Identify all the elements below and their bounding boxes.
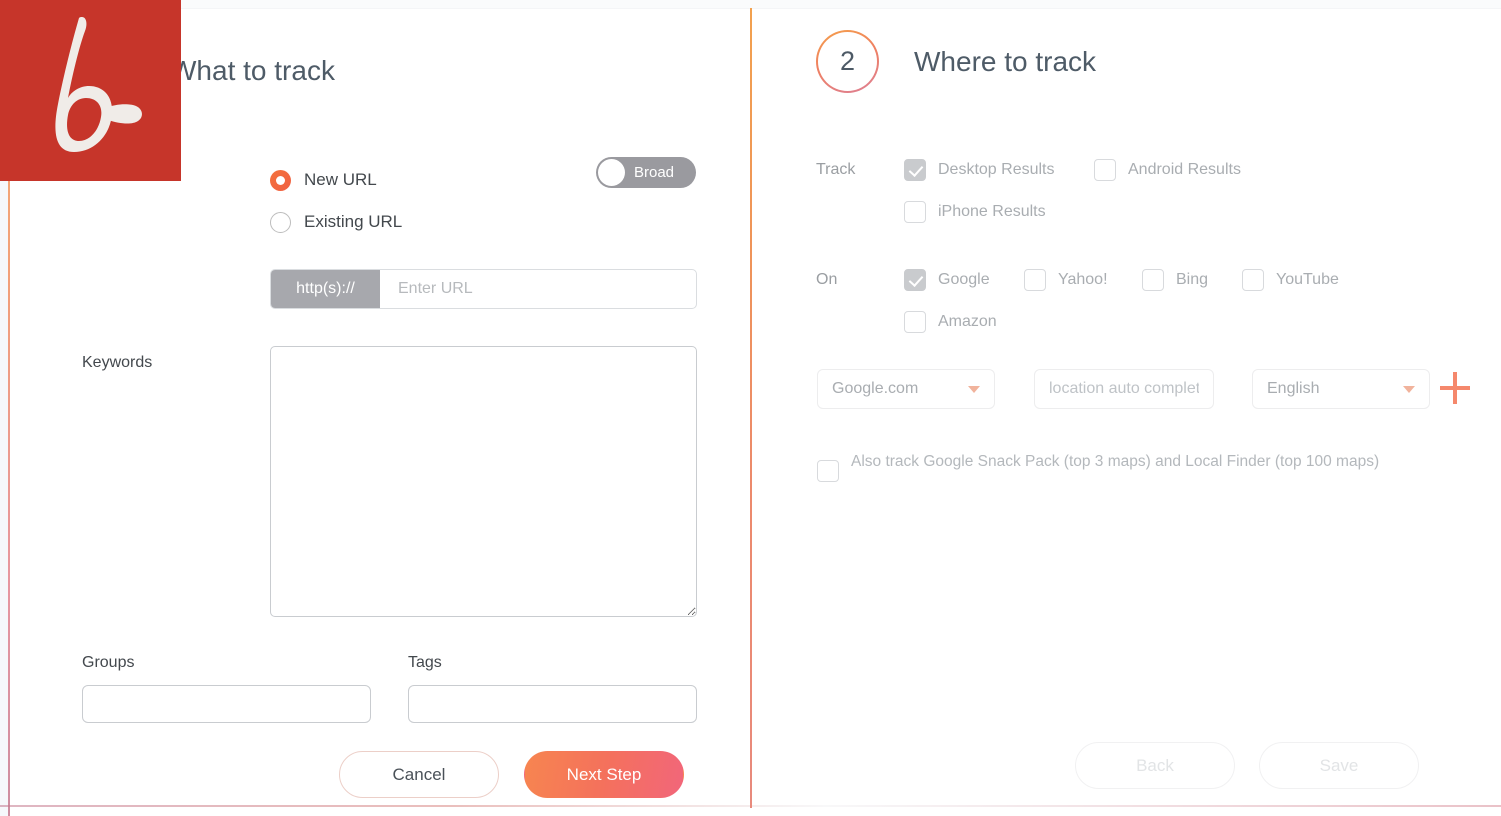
brand-logo xyxy=(0,0,181,181)
checkbox-snack-pack[interactable]: Also track Google Snack Pack (top 3 maps… xyxy=(817,452,1417,482)
radio-new-url[interactable]: New URL xyxy=(270,166,402,194)
search-engine-select[interactable]: Google.com xyxy=(817,369,995,409)
checkbox-bing[interactable]: Bing xyxy=(1142,269,1208,291)
checkbox-youtube[interactable]: YouTube xyxy=(1242,269,1339,291)
url-mode-radio-group: New URL Existing URL xyxy=(270,166,402,250)
letter-b-script-logo-icon xyxy=(55,17,142,152)
toggle-label: Broad xyxy=(634,164,675,181)
plus-icon[interactable] xyxy=(1440,372,1470,404)
checkbox-amazon[interactable]: Amazon xyxy=(904,311,997,333)
cancel-button[interactable]: Cancel xyxy=(339,751,499,798)
checkbox-desktop-results-label: Desktop Results xyxy=(938,161,1055,178)
checkbox-checked-icon[interactable] xyxy=(904,269,926,291)
checkbox-unchecked-icon[interactable] xyxy=(904,201,926,223)
checkbox-iphone-results[interactable]: iPhone Results xyxy=(904,201,1046,223)
checkbox-yahoo[interactable]: Yahoo! xyxy=(1024,269,1108,291)
language-value: English xyxy=(1267,380,1320,397)
checkbox-iphone-results-label: iPhone Results xyxy=(938,203,1046,220)
radio-unselected-icon[interactable] xyxy=(270,211,291,233)
groups-input[interactable] xyxy=(82,685,371,723)
checkbox-google-label: Google xyxy=(938,271,990,288)
track-row-label: Track xyxy=(816,161,856,178)
checkbox-amazon-label: Amazon xyxy=(938,313,997,330)
language-select[interactable]: English xyxy=(1252,369,1430,409)
checkbox-desktop-results[interactable]: Desktop Results xyxy=(904,159,1055,181)
radio-selected-icon[interactable] xyxy=(270,169,291,191)
next-step-button[interactable]: Next Step xyxy=(524,751,684,798)
url-input[interactable] xyxy=(380,270,696,308)
checkbox-unchecked-icon[interactable] xyxy=(904,311,926,333)
checkbox-yahoo-label: Yahoo! xyxy=(1058,271,1108,288)
tracking-setup-dialog: 1 What to track New URL Existing URL Bro… xyxy=(0,0,1501,816)
back-button[interactable]: Back xyxy=(1075,742,1235,789)
checkbox-bing-label: Bing xyxy=(1176,271,1209,288)
radio-existing-url[interactable]: Existing URL xyxy=(270,208,402,236)
chevron-down-icon[interactable] xyxy=(968,385,980,393)
radio-existing-url-label: Existing URL xyxy=(304,212,403,231)
groups-label: Groups xyxy=(82,654,135,671)
toggle-knob[interactable] xyxy=(598,159,625,186)
checkbox-android-results[interactable]: Android Results xyxy=(1094,159,1241,181)
checkbox-android-results-label: Android Results xyxy=(1128,161,1241,178)
checkbox-unchecked-icon[interactable] xyxy=(1242,269,1264,291)
chevron-down-icon[interactable] xyxy=(1403,385,1415,393)
on-row-label: On xyxy=(816,271,838,288)
save-button[interactable]: Save xyxy=(1259,742,1419,789)
checkbox-unchecked-icon[interactable] xyxy=(1142,269,1164,291)
checkbox-checked-icon[interactable] xyxy=(904,159,926,181)
panel-divider xyxy=(750,8,752,808)
checkbox-youtube-label: YouTube xyxy=(1276,271,1339,288)
tags-label: Tags xyxy=(408,654,442,671)
checkbox-unchecked-icon[interactable] xyxy=(1094,159,1116,181)
step-1-title: What to track xyxy=(170,54,335,86)
location-input[interactable] xyxy=(1034,369,1214,409)
step-2-title: Where to track xyxy=(914,45,1097,77)
keywords-label: Keywords xyxy=(82,354,153,371)
radio-new-url-label: New URL xyxy=(304,170,377,189)
search-engine-value: Google.com xyxy=(832,380,919,397)
tags-input[interactable] xyxy=(408,685,697,723)
keywords-textarea[interactable] xyxy=(270,346,697,617)
step-2-header: 2 Where to track xyxy=(816,30,1096,93)
url-protocol-prefix: http(s):// xyxy=(271,270,380,308)
checkbox-snack-pack-label: Also track Google Snack Pack (top 3 maps… xyxy=(851,453,1380,470)
match-type-toggle[interactable]: Broad xyxy=(596,157,696,188)
step-2-number: 2 xyxy=(816,30,879,93)
checkbox-unchecked-icon[interactable] xyxy=(1024,269,1046,291)
checkbox-google[interactable]: Google xyxy=(904,269,990,291)
checkbox-unchecked-icon[interactable] xyxy=(817,460,839,482)
url-field: http(s):// xyxy=(270,269,697,309)
